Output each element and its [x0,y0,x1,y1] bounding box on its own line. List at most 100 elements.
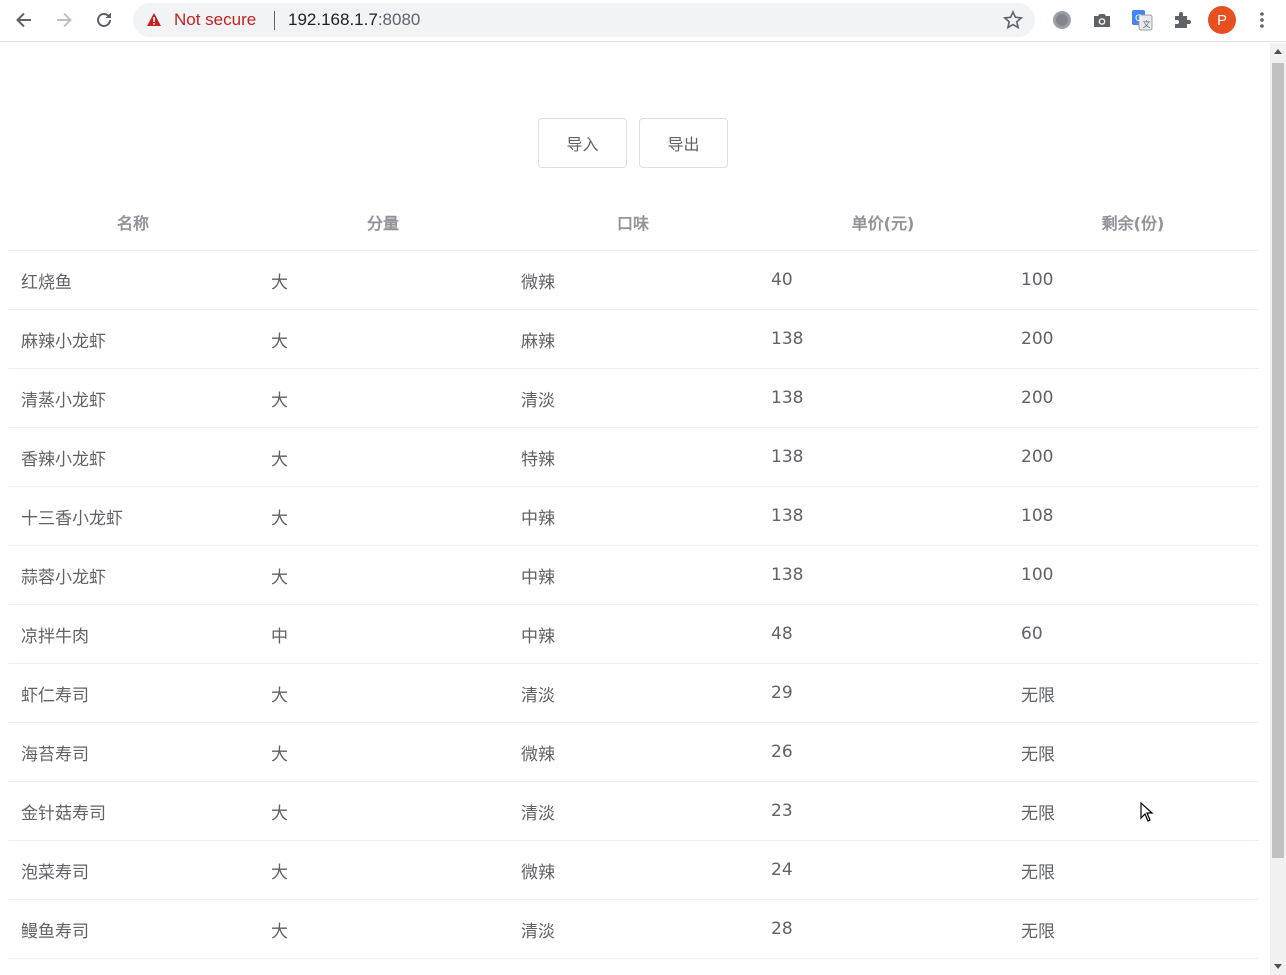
cell-taste: 微辣 [521,744,555,765]
puzzle-icon [1175,12,1191,28]
cell-name: 香辣小龙虾 [21,449,106,470]
cell-taste: 清淡 [521,390,555,411]
cell-price: 26 [771,742,793,762]
menu-table: 名称 分量 口味 单价(元) 剩余(份) 红烧鱼大微辣 40 100 麻辣小龙虾大麻辣… [8,193,1259,959]
browser-menu-button[interactable] [1249,7,1275,33]
address-bar[interactable]: Not secure 192.168.1.7:8080 [133,3,1035,37]
cell-price: 48 [771,624,793,644]
header-portion[interactable]: 分量 [258,193,508,250]
extension-circle-icon [1053,11,1071,29]
cell-portion: 大 [271,272,288,293]
url-port: :8080 [377,10,421,29]
cell-remaining: 100 [1021,565,1054,585]
cell-remaining: 无限 [1021,803,1055,824]
bookmark-star-icon[interactable] [1003,10,1023,30]
svg-text:文: 文 [1143,19,1151,29]
arrow-right-icon [57,12,72,28]
extensions-button[interactable] [1169,7,1195,33]
cell-remaining: 200 [1021,329,1054,349]
table-row[interactable]: 海苔寿司 大 微辣 26 无限 [8,723,1259,782]
cell-price: 28 [771,919,793,939]
import-button[interactable]: 导入 [538,118,627,168]
translate-button[interactable]: G文 [1129,7,1155,33]
cell-portion: 大 [271,862,288,883]
back-button[interactable] [10,6,38,34]
cell-taste: 中辣 [521,508,555,529]
cell-remaining: 108 [1021,506,1054,526]
cell-name: 鳗鱼寿司 [21,921,89,942]
url-text[interactable]: 192.168.1.7:8080 [288,10,420,30]
table-row[interactable]: 鳗鱼寿司 大 清淡 28 无限 [8,900,1259,959]
cell-portion: 大 [271,331,288,352]
table-row[interactable]: 泡菜寿司 大 微辣 24 无限 [8,841,1259,900]
scroll-down-icon[interactable] [1274,964,1282,969]
cell-name: 蒜蓉小龙虾 [21,567,106,588]
cell-portion: 大 [271,744,288,765]
table-row[interactable]: 虾仁寿司 大 清淡 29 无限 [8,664,1259,723]
cell-price: 138 [771,565,804,585]
cell-portion: 大 [271,567,288,588]
scroll-up-icon[interactable] [1274,49,1282,54]
cell-price: 40 [771,270,793,290]
more-vertical-icon [1260,12,1264,28]
cell-portion: 大 [271,685,288,706]
screenshot-button[interactable] [1089,7,1115,33]
header-price[interactable]: 单价(元) [758,193,1008,250]
cell-taste: 中辣 [521,567,555,588]
cell-taste: 特辣 [521,449,555,470]
table-row[interactable]: 金针菇寿司 大 清淡 23 无限 [8,782,1259,841]
table-row[interactable]: 红烧鱼 大 微辣 40 100 [8,251,1259,310]
cell-remaining: 60 [1021,624,1043,644]
cell-portion: 大 [271,921,288,942]
cell-remaining: 无限 [1021,862,1055,883]
cell-portion: 大 [271,803,288,824]
cell-remaining: 无限 [1021,921,1055,942]
scrollbar-thumb[interactable] [1272,63,1284,858]
table-row[interactable]: 清蒸小龙虾 大 清淡 138 200 [8,369,1259,428]
reload-button[interactable] [90,6,118,34]
security-status[interactable]: Not secure [174,10,256,30]
header-name[interactable]: 名称 [8,193,258,250]
table-row[interactable]: 麻辣小龙虾 大 麻辣 138 200 [8,310,1259,369]
cell-remaining: 200 [1021,447,1054,467]
cell-name: 清蒸小龙虾 [21,390,106,411]
table-body: 红烧鱼大微辣 40 100 麻辣小龙虾大麻辣 138 200 清蒸小龙虾大清淡 138 200 香… [8,251,1259,959]
cell-taste: 麻辣 [521,331,555,352]
export-button[interactable]: 导出 [639,118,728,168]
mouse-pointer-icon [1140,802,1154,822]
cell-remaining: 100 [1021,270,1054,290]
url-host: 192.168.1.7 [288,10,378,29]
page-scrollbar[interactable] [1270,43,1286,975]
cell-price: 138 [771,447,804,467]
cell-name: 泡菜寿司 [21,862,89,883]
cell-name: 虾仁寿司 [21,685,89,706]
svg-text:G: G [1135,14,1142,24]
table-row[interactable]: 凉拌牛肉 中 中辣 48 60 [8,605,1259,664]
cell-name: 麻辣小龙虾 [21,331,106,352]
cell-taste: 清淡 [521,685,555,706]
forward-button[interactable] [50,6,78,34]
table-header: 名称 分量 口味 单价(元) 剩余(份) [8,193,1259,251]
extension-circle-button[interactable] [1049,7,1075,33]
browser-toolbar: Not secure 192.168.1.7:8080 G文 P [0,0,1286,42]
cell-portion: 大 [271,508,288,529]
url-separator [274,11,275,30]
google-translate-icon: G文 [1132,10,1153,31]
cell-taste: 清淡 [521,921,555,942]
warning-icon [147,13,161,26]
table-row[interactable]: 香辣小龙虾 大 特辣 138 200 [8,428,1259,487]
table-row[interactable]: 十三香小龙虾 大 中辣 138 108 [8,487,1259,546]
cell-name: 凉拌牛肉 [21,626,89,647]
cell-remaining: 无限 [1021,685,1055,706]
cell-price: 138 [771,388,804,408]
reload-icon [97,13,111,27]
profile-avatar[interactable]: P [1208,6,1236,34]
cell-portion: 大 [271,449,288,470]
header-remaining[interactable]: 剩余(份) [1008,193,1258,250]
table-row[interactable]: 蒜蓉小龙虾 大 中辣 138 100 [8,546,1259,605]
cell-price: 138 [771,506,804,526]
cell-price: 23 [771,801,793,821]
camera-icon [1094,14,1110,27]
cell-portion: 中 [271,626,288,647]
header-taste[interactable]: 口味 [508,193,758,250]
